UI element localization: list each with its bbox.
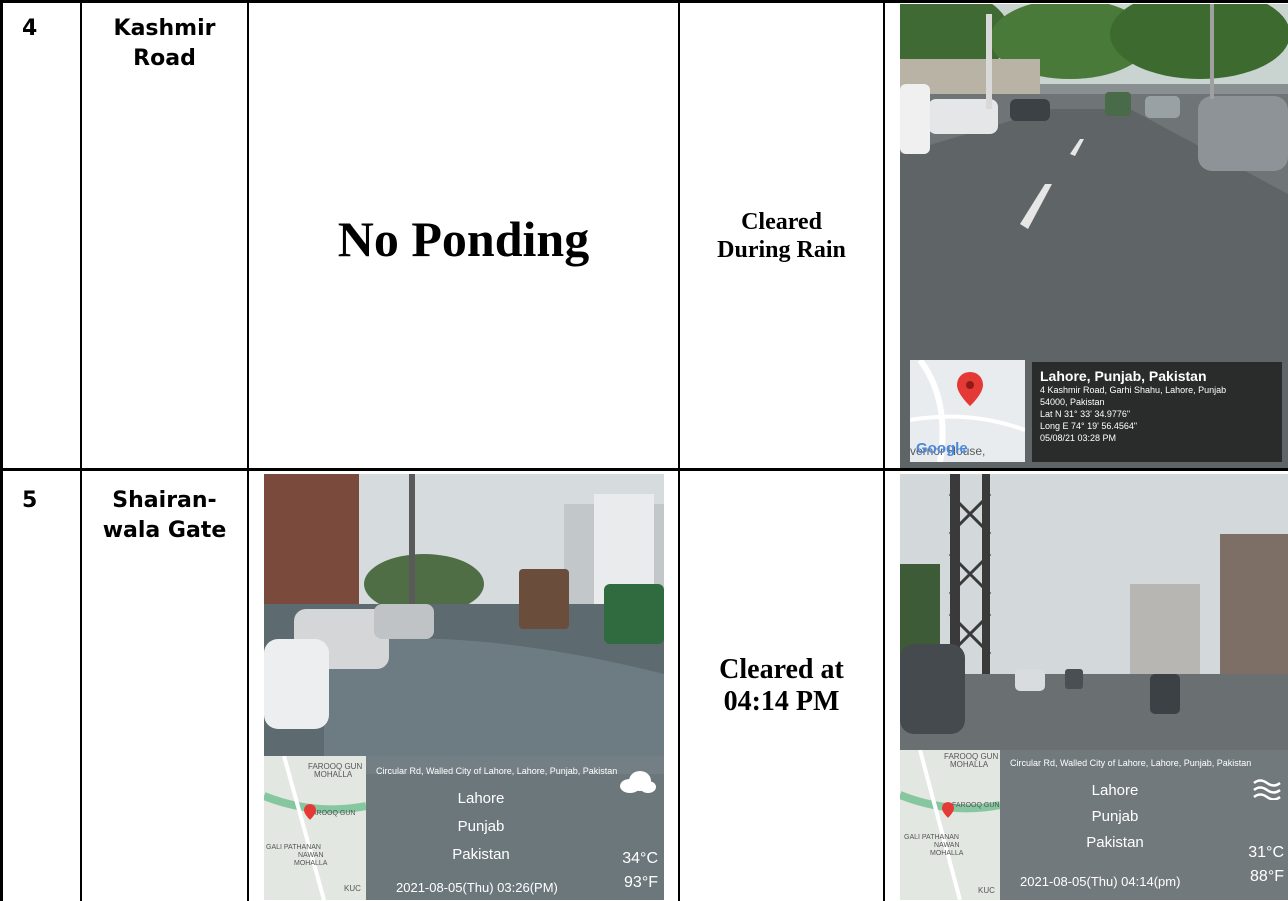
map-label-2: MOHALLA [950, 760, 989, 769]
row-number: 5 [22, 488, 38, 513]
map-label-7: KUC [978, 886, 995, 895]
location-map-thumbnail: vernor House, Google [910, 360, 1025, 462]
location-line-1: Kashmir [113, 16, 216, 41]
location-map-thumbnail: FAROOQ GUN MOHALLA FAROOQ GUN GALI PATHA… [900, 750, 1000, 900]
overlay-country: Pakistan [1086, 834, 1144, 851]
clearance-status: Cleared at 04:14 PM [680, 654, 883, 718]
overlay-temp-f: 93°F [624, 874, 658, 891]
location-name: Shairan- wala Gate [82, 486, 247, 546]
geotag-latitude: Lat N 31° 33' 34.9776" [1040, 409, 1131, 419]
weather-overlay: Circular Rd, Walled City of Lahore, Laho… [1000, 750, 1288, 900]
status-line-2: 04:14 PM [723, 686, 840, 717]
col-divider-2b [247, 470, 249, 901]
before-photo-shairanwala-gate: FAROOQ GUN MOHALLA FAROOQ GUN GALI PATHA… [264, 474, 664, 900]
location-line-2: Road [133, 46, 196, 71]
map-pin-icon [304, 804, 316, 820]
cloud-icon [618, 770, 656, 794]
geotag-address-2: 54000, Pakistan [1040, 397, 1105, 407]
status-line-1: Cleared at [719, 654, 844, 685]
row-number: 4 [22, 16, 38, 41]
haze-icon [1252, 778, 1282, 801]
before-status-text: No Ponding [337, 211, 590, 267]
overlay-temp-f: 88°F [1250, 868, 1284, 885]
col-divider-3 [678, 0, 680, 901]
map-label-5: NAWAN [298, 852, 324, 859]
map-label-7: KUC [344, 884, 361, 893]
map-label-4: GALI PATHANAN [266, 844, 321, 851]
ponding-report-table: 4 Kashmir Road No Ponding Cleared During… [0, 0, 1288, 901]
overlay-temp-c: 31°C [1248, 844, 1284, 861]
location-line-2: wala Gate [102, 518, 227, 543]
table-border-left [0, 0, 3, 901]
map-label-6: MOHALLA [930, 850, 964, 857]
map-pin-icon [957, 372, 983, 406]
overlay-province: Punjab [1091, 808, 1139, 825]
overlay-address: Circular Rd, Walled City of Lahore, Laho… [376, 766, 618, 776]
overlay-province: Punjab [457, 818, 505, 835]
after-photo-shairanwala-gate: FAROOQ GUN MOHALLA FAROOQ GUN GALI PATHA… [900, 474, 1288, 900]
map-label-5: NAWAN [934, 842, 960, 849]
after-photo-kashmir-road: vernor House, Google Lahore, Punjab, Pak… [900, 4, 1288, 468]
overlay-city: Lahore [457, 790, 505, 807]
map-label-6: MOHALLA [294, 860, 328, 867]
google-logo: Google [916, 440, 968, 457]
geotag-longitude: Long E 74° 19' 56.4564" [1040, 421, 1138, 431]
geotag-overlay: Lahore, Punjab, Pakistan 4 Kashmir Road,… [1032, 362, 1282, 462]
row-divider [0, 468, 1288, 471]
clearance-status: Cleared During Rain [680, 208, 883, 264]
table-border-top [0, 0, 1288, 3]
map-label-2: MOHALLA [314, 770, 353, 779]
overlay-datetime: 2021-08-05(Thu) 03:26(PM) [396, 880, 558, 895]
overlay-address: Circular Rd, Walled City of Lahore, Laho… [1010, 758, 1252, 768]
overlay-country: Pakistan [452, 846, 510, 863]
geotag-datetime: 05/08/21 03:28 PM [1040, 433, 1117, 443]
map-pin-icon [942, 802, 954, 818]
location-map-thumbnail: FAROOQ GUN MOHALLA FAROOQ GUN GALI PATHA… [264, 756, 366, 900]
geotag-place: Lahore, Punjab, Pakistan [1040, 368, 1207, 384]
status-line-2: During Rain [717, 237, 846, 263]
map-label-3: FAROOQ GUN [952, 802, 1000, 809]
overlay-city: Lahore [1091, 782, 1139, 799]
col-divider-1 [80, 0, 82, 901]
overlay-datetime: 2021-08-05(Thu) 04:14(pm) [1020, 874, 1181, 889]
location-line-1: Shairan- [112, 488, 217, 513]
map-label-4: GALI PATHANAN [904, 834, 959, 841]
overlay-temp-c: 34°C [622, 850, 658, 867]
weather-overlay: Circular Rd, Walled City of Lahore, Laho… [366, 756, 664, 900]
status-line-1: Cleared [741, 209, 822, 235]
col-divider-4 [883, 0, 885, 901]
geotag-address-1: 4 Kashmir Road, Garhi Shahu, Lahore, Pun… [1040, 385, 1227, 395]
location-name: Kashmir Road [82, 14, 247, 74]
